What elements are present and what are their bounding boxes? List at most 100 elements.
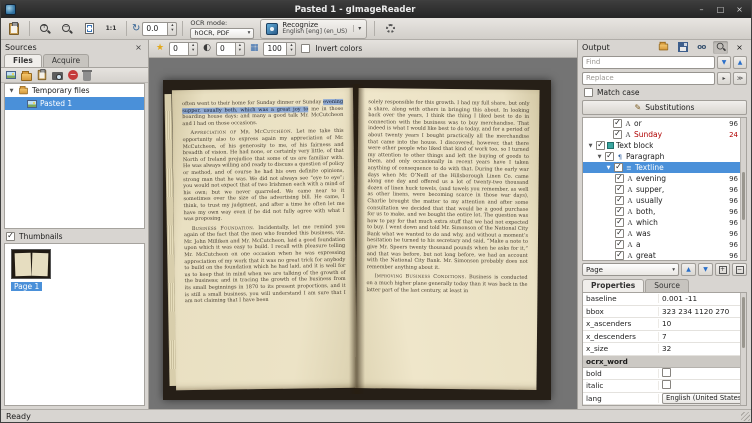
- property-row[interactable]: x_size 32: [583, 343, 746, 356]
- substitutions-toggle-button[interactable]: oo: [694, 41, 709, 54]
- property-value[interactable]: 32: [659, 344, 746, 353]
- contrast-value[interactable]: 0: [216, 42, 236, 56]
- word-checkbox[interactable]: ✓: [613, 130, 622, 139]
- tab-properties[interactable]: Properties: [582, 279, 644, 292]
- close-button[interactable]: ×: [732, 3, 747, 16]
- property-row-lang[interactable]: lang English (United States) ▾: [583, 393, 746, 406]
- expand-all-button[interactable]: +: [715, 263, 730, 276]
- properties-scrollbar[interactable]: [740, 293, 746, 405]
- property-value[interactable]: 10: [659, 319, 746, 328]
- zoom-out-button[interactable]: −: [57, 19, 77, 38]
- open-hocr-button[interactable]: [656, 41, 671, 54]
- brightness-spinbox[interactable]: 0 ▴▾: [169, 42, 198, 56]
- language-combo[interactable]: English (United States) ▾: [662, 393, 746, 404]
- property-row[interactable]: x_ascenders 10: [583, 318, 746, 331]
- thumbnail-caption[interactable]: Page 1: [11, 282, 42, 291]
- paste-button[interactable]: [4, 19, 24, 38]
- word-checkbox[interactable]: ✓: [615, 240, 624, 249]
- tree-row-word[interactable]: ✓ A great 96: [583, 250, 746, 261]
- expander-icon[interactable]: ▼: [8, 88, 15, 94]
- rotation-value[interactable]: 0.0: [142, 22, 168, 36]
- delete-source-icon[interactable]: [83, 72, 91, 81]
- scrollbar-thumb[interactable]: [742, 297, 745, 347]
- previous-item-button[interactable]: ▲: [681, 263, 696, 276]
- resolution-spin-arrows[interactable]: ▴▾: [287, 42, 296, 56]
- tree-row-pasted-1[interactable]: Pasted 1: [5, 97, 144, 110]
- find-replace-toggle-button[interactable]: [713, 41, 728, 54]
- close-sources-icon[interactable]: ×: [133, 43, 144, 52]
- collapse-all-button[interactable]: −: [732, 263, 747, 276]
- brightness-value[interactable]: 0: [169, 42, 189, 56]
- next-item-button[interactable]: ▼: [698, 263, 713, 276]
- paragraph-checkbox[interactable]: ✓: [605, 152, 614, 161]
- tree-row-temporary-files[interactable]: ▼ Temporary files: [5, 84, 144, 97]
- settings-button[interactable]: [380, 19, 400, 38]
- screenshot-icon[interactable]: [52, 72, 63, 80]
- tab-acquire[interactable]: Acquire: [43, 54, 89, 67]
- property-row[interactable]: baseline 0.001 -11: [583, 293, 746, 306]
- scrollbar-thumb[interactable]: [742, 172, 745, 220]
- block-checkbox[interactable]: ✓: [596, 141, 605, 150]
- word-checkbox[interactable]: ✓: [615, 185, 624, 194]
- rotation-spinbox[interactable]: 0.0 ▴▾: [142, 22, 177, 36]
- tree-row-word[interactable]: ✓ A a 96: [583, 239, 746, 250]
- zoom-fit-button[interactable]: [79, 19, 99, 38]
- thumbnails-checkbox[interactable]: ✓: [6, 232, 15, 241]
- replace-all-button[interactable]: ≫: [733, 72, 747, 85]
- tree-row-word[interactable]: ✓ A both, 96: [583, 206, 746, 217]
- tab-source[interactable]: Source: [645, 279, 689, 292]
- textline-checkbox[interactable]: ✓: [614, 163, 623, 172]
- add-images-icon[interactable]: [6, 71, 16, 79]
- tree-row-word[interactable]: ✓ A usually 96: [583, 195, 746, 206]
- zoom-original-button[interactable]: 1:1: [101, 19, 121, 38]
- image-canvas[interactable]: often went to their home for Sunday dinn…: [149, 58, 577, 409]
- navigation-target-combo[interactable]: Page ▾: [582, 263, 679, 276]
- replace-button[interactable]: ▸: [717, 72, 731, 85]
- tree-row-word[interactable]: ✓ A evening 96: [583, 173, 746, 184]
- save-hocr-button[interactable]: [675, 41, 690, 54]
- word-checkbox[interactable]: ✓: [615, 218, 624, 227]
- match-case-checkbox[interactable]: [584, 88, 593, 97]
- property-value[interactable]: 0.001 -11: [659, 294, 746, 303]
- minimize-button[interactable]: –: [694, 3, 709, 16]
- word-checkbox[interactable]: ✓: [613, 119, 622, 128]
- contrast-spinbox[interactable]: 0 ▴▾: [216, 42, 245, 56]
- word-checkbox[interactable]: ✓: [615, 207, 624, 216]
- word-checkbox[interactable]: ✓: [615, 196, 624, 205]
- word-checkbox[interactable]: ✓: [615, 174, 624, 183]
- property-value[interactable]: 7: [659, 332, 746, 341]
- tree-row-word[interactable]: ✓ A Sunday 24: [583, 129, 746, 140]
- expander-icon[interactable]: ▼: [605, 165, 612, 171]
- maximize-button[interactable]: □: [713, 3, 728, 16]
- property-row-italic[interactable]: italic: [583, 380, 746, 393]
- invert-colors-checkbox[interactable]: [301, 44, 310, 53]
- property-row[interactable]: x_descenders 7: [583, 331, 746, 344]
- replace-input[interactable]: [582, 72, 715, 85]
- ocr-mode-combo[interactable]: hOCR, PDF ▾: [190, 28, 254, 39]
- zoom-in-button[interactable]: +: [35, 19, 55, 38]
- brightness-spin-arrows[interactable]: ▴▾: [189, 42, 198, 56]
- pasted-image[interactable]: often went to their home for Sunday dinn…: [163, 80, 551, 400]
- find-prev-button[interactable]: ▲: [733, 56, 747, 69]
- tree-row-word[interactable]: ✓ A which 96: [583, 217, 746, 228]
- word-checkbox[interactable]: ✓: [615, 251, 624, 260]
- tree-row-word[interactable]: ✓ A or 96: [583, 118, 746, 129]
- property-row[interactable]: bbox 323 234 1120 270: [583, 306, 746, 319]
- resize-grip[interactable]: [741, 412, 750, 421]
- rotation-spin-arrows[interactable]: ▴▾: [168, 22, 177, 36]
- italic-checkbox[interactable]: [662, 380, 671, 389]
- property-row-bold[interactable]: bold: [583, 368, 746, 381]
- paste-source-icon[interactable]: [38, 70, 47, 80]
- expander-icon[interactable]: ▼: [587, 143, 594, 149]
- recognize-dropdown[interactable]: ▾: [353, 25, 361, 32]
- tree-row-word[interactable]: ✓ A supper, 96: [583, 184, 746, 195]
- add-folder-icon[interactable]: [21, 73, 32, 81]
- resolution-value[interactable]: 100: [263, 42, 287, 56]
- rotate-icon[interactable]: ↻: [132, 23, 140, 34]
- tree-row-word[interactable]: ✓ A was 96: [583, 228, 746, 239]
- tree-row-paragraph[interactable]: ▼ ✓ ¶ Paragraph: [583, 151, 746, 162]
- find-next-button[interactable]: ▼: [717, 56, 731, 69]
- tree-row-text-block[interactable]: ▼ ✓ Text block: [583, 140, 746, 151]
- property-value[interactable]: 323 234 1120 270: [659, 307, 746, 316]
- tree-scrollbar[interactable]: [740, 118, 746, 260]
